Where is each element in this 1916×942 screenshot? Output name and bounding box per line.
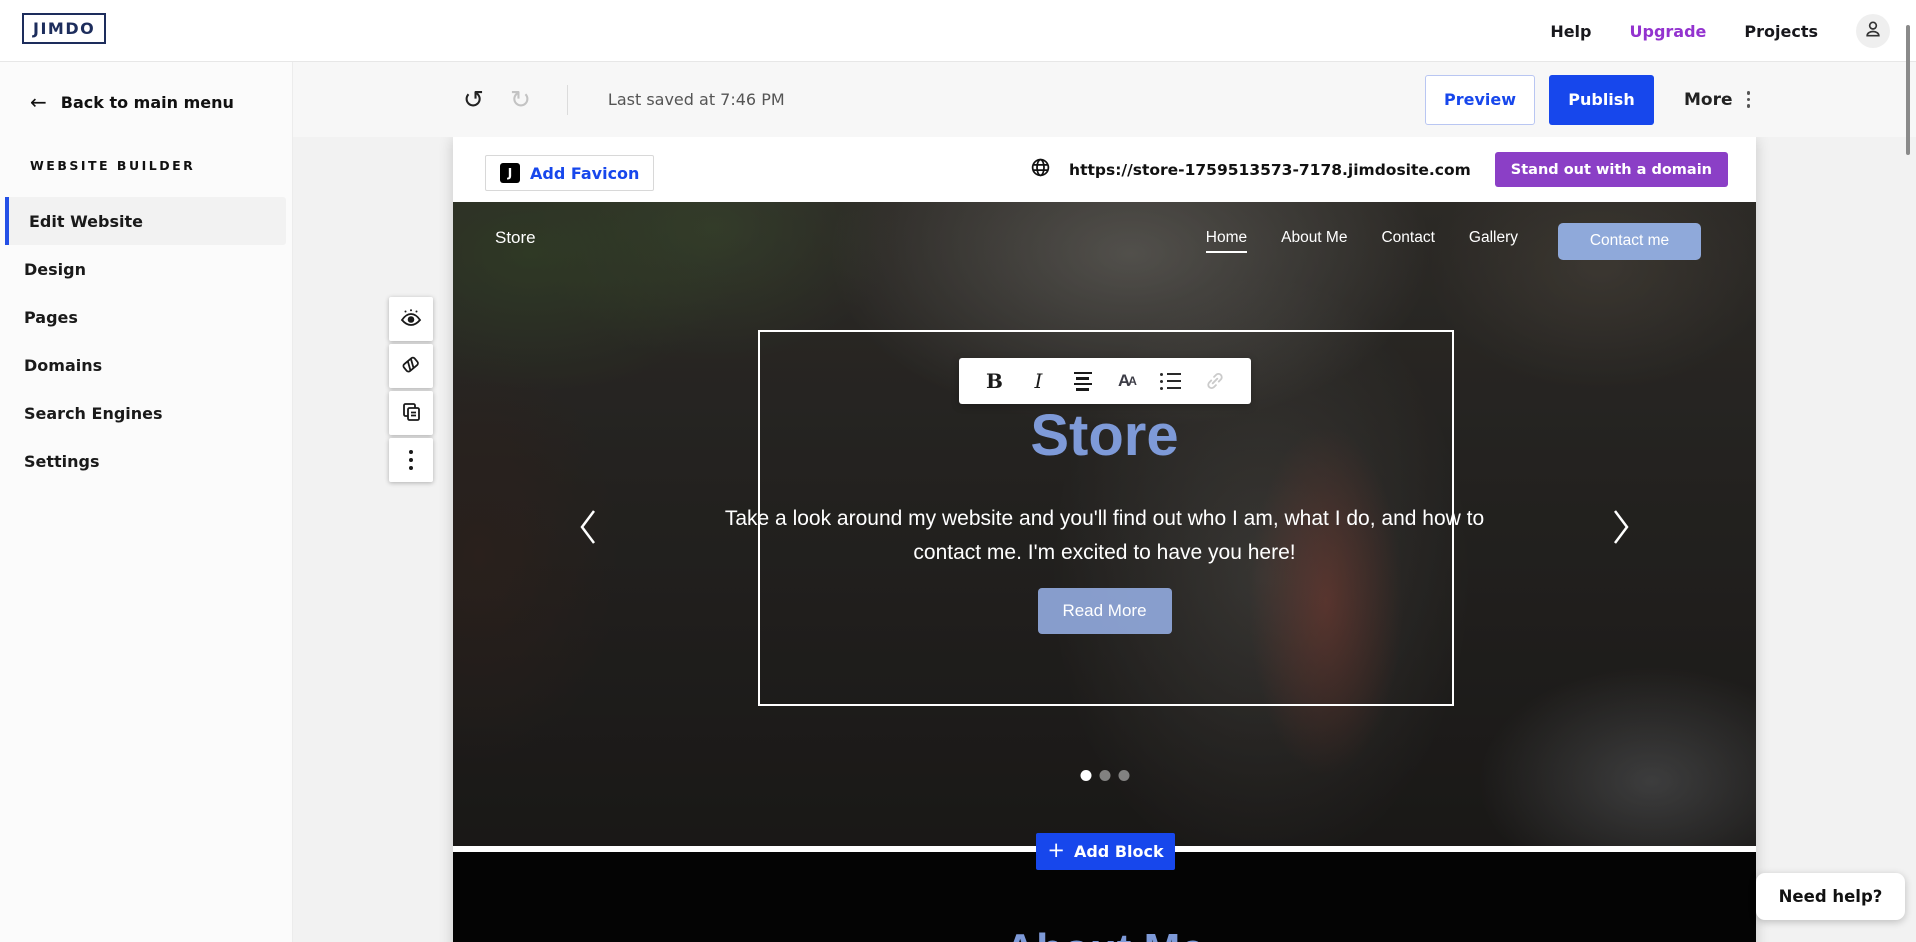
site-logo-text[interactable]: Store: [495, 228, 536, 248]
site-navbar: Store Home About Me Contact Gallery Cont…: [453, 202, 1756, 280]
back-arrow-icon: ←: [30, 92, 47, 112]
help-link[interactable]: Help: [1550, 22, 1591, 41]
site-url-bar: J Add Favicon https://store-1759513573-7…: [453, 137, 1756, 202]
sidebar-item-search-engines[interactable]: Search Engines: [0, 389, 292, 437]
sidebar-item-settings[interactable]: Settings: [0, 437, 292, 485]
domain-upsell-button[interactable]: Stand out with a domain: [1495, 152, 1728, 187]
redo-icon[interactable]: ↻: [510, 87, 531, 112]
favicon-placeholder-icon: J: [500, 163, 520, 183]
projects-link[interactable]: Projects: [1744, 22, 1818, 41]
sidebar-item-edit-website[interactable]: Edit Website: [5, 197, 286, 245]
jimdo-logo[interactable]: JIMDO: [22, 13, 106, 44]
nav-contact[interactable]: Contact: [1381, 229, 1434, 253]
history-controls: ↺ ↻ Last saved at 7:46 PM: [463, 62, 785, 137]
block-more-button[interactable]: [389, 438, 433, 482]
sidebar-item-pages[interactable]: Pages: [0, 293, 292, 341]
site-nav-links: Home About Me Contact Gallery Contact me: [1206, 202, 1701, 280]
need-help-button[interactable]: Need help?: [1756, 873, 1905, 920]
sidebar: ← Back to main menu WEBSITE BUILDER Edit…: [0, 62, 293, 942]
back-to-main-menu[interactable]: ← Back to main menu: [0, 62, 292, 112]
toolbar-actions: Preview Publish More: [1425, 62, 1750, 137]
add-block-label: Add Block: [1074, 842, 1164, 861]
style-button[interactable]: [389, 344, 433, 388]
sidebar-item-domains[interactable]: Domains: [0, 341, 292, 389]
back-label: Back to main menu: [61, 93, 234, 112]
user-icon: [1863, 19, 1883, 43]
app-header: JIMDO Help Upgrade Projects: [0, 0, 1916, 62]
read-more-button[interactable]: Read More: [1038, 588, 1172, 634]
list-icon[interactable]: [1157, 367, 1185, 395]
visibility-button[interactable]: [389, 297, 433, 341]
add-favicon-button[interactable]: J Add Favicon: [485, 155, 654, 191]
page-scrollbar[interactable]: [1906, 25, 1910, 155]
sidebar-section-title: WEBSITE BUILDER: [0, 112, 292, 173]
preview-button[interactable]: Preview: [1425, 75, 1535, 125]
copy-icon: [399, 400, 423, 427]
style-swatches-icon: [399, 353, 423, 380]
text-format-toolbar: B I AA: [959, 358, 1251, 404]
eye-icon: [399, 306, 423, 333]
kebab-icon: [409, 450, 413, 470]
kebab-icon: [1747, 91, 1751, 108]
carousel-prev-icon[interactable]: [577, 508, 599, 551]
globe-icon: [1030, 157, 1051, 182]
header-nav: Help Upgrade Projects: [1550, 0, 1890, 62]
contact-me-button[interactable]: Contact me: [1558, 223, 1701, 260]
duplicate-button[interactable]: [389, 391, 433, 435]
block-tools: [389, 297, 433, 482]
upgrade-link[interactable]: Upgrade: [1630, 22, 1707, 41]
carousel-dot-2[interactable]: [1099, 770, 1110, 781]
about-title[interactable]: About Me: [453, 925, 1756, 942]
bold-icon[interactable]: B: [981, 367, 1009, 395]
undo-icon[interactable]: ↺: [463, 87, 484, 112]
carousel-dots: [1080, 770, 1129, 781]
account-avatar[interactable]: [1856, 14, 1890, 48]
link-icon[interactable]: [1201, 367, 1229, 395]
align-center-icon[interactable]: [1069, 367, 1097, 395]
publish-button[interactable]: Publish: [1549, 75, 1654, 125]
carousel-dot-1[interactable]: [1080, 770, 1091, 781]
nav-gallery[interactable]: Gallery: [1469, 229, 1518, 253]
font-size-icon[interactable]: AA: [1113, 367, 1141, 395]
site-url-group: https://store-1759513573-7178.jimdosite.…: [1030, 137, 1728, 202]
editor-toolbar: ↺ ↻ Last saved at 7:46 PM Preview Publis…: [293, 62, 1916, 137]
plus-icon: +: [1047, 840, 1065, 861]
site-url[interactable]: https://store-1759513573-7178.jimdosite.…: [1069, 161, 1471, 179]
jimdo-builder-app: JIMDO Help Upgrade Projects ← Back to ma…: [0, 0, 1916, 942]
carousel-next-icon[interactable]: [1610, 508, 1632, 551]
carousel-dot-3[interactable]: [1118, 770, 1129, 781]
site-preview-panel: J Add Favicon https://store-1759513573-7…: [453, 137, 1756, 942]
nav-about-me[interactable]: About Me: [1281, 229, 1347, 253]
nav-home[interactable]: Home: [1206, 229, 1247, 253]
last-saved-status: Last saved at 7:46 PM: [608, 90, 785, 109]
more-label: More: [1684, 90, 1733, 110]
add-favicon-label: Add Favicon: [530, 164, 639, 183]
hero-section: Store Home About Me Contact Gallery Cont…: [453, 202, 1756, 846]
hero-title[interactable]: Store: [453, 402, 1756, 469]
sidebar-item-design[interactable]: Design: [0, 245, 292, 293]
more-menu-button[interactable]: More: [1684, 90, 1750, 110]
hero-paragraph[interactable]: Take a look around my website and you'll…: [705, 502, 1505, 570]
sidebar-menu: Edit Website Design Pages Domains Search…: [0, 197, 292, 485]
add-block-button[interactable]: + Add Block: [1036, 833, 1175, 870]
italic-icon[interactable]: I: [1025, 367, 1053, 395]
toolbar-divider: [567, 85, 568, 115]
